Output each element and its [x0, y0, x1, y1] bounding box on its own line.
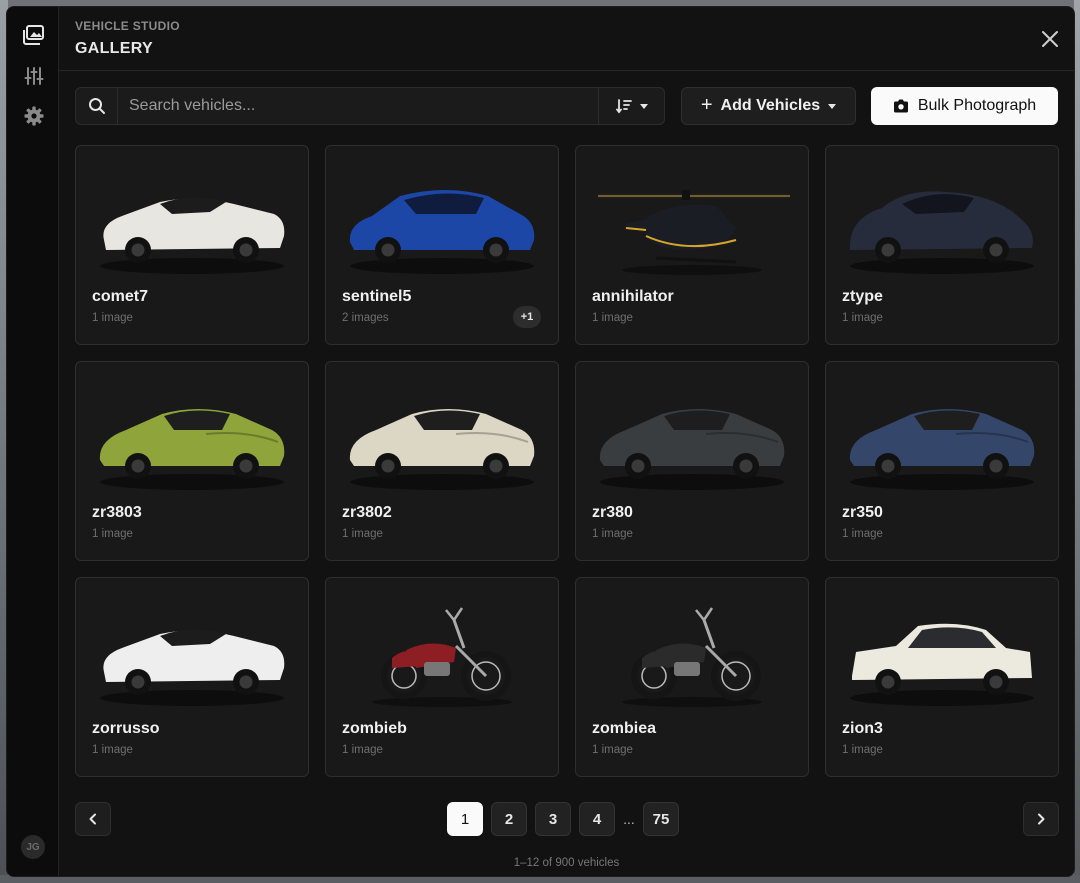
search-icon — [76, 88, 118, 124]
chevron-down-icon — [639, 103, 648, 109]
vehicle-name: zr380 — [592, 504, 633, 521]
vehicle-image-count: 1 image — [592, 744, 633, 756]
vehicle-image-count: 2 images — [342, 312, 389, 324]
extra-images-badge: +1 — [513, 306, 541, 328]
results-summary: 1–12 of 900 vehicles — [513, 857, 620, 869]
bulk-photograph-button[interactable]: Bulk Photograph — [871, 87, 1058, 125]
avatar[interactable]: JG — [21, 835, 45, 859]
vehicle-card[interactable]: zion3 1 image — [825, 577, 1059, 777]
vehicle-name: comet7 — [92, 288, 149, 305]
vehicle-thumbnail — [586, 374, 798, 494]
vehicle-name: sentinel5 — [342, 288, 412, 305]
toolbar: + Add Vehicles Bulk Photograph — [75, 87, 1058, 125]
close-icon[interactable] — [1038, 27, 1062, 51]
vehicle-card[interactable]: zorrusso 1 image — [75, 577, 309, 777]
vehicle-card[interactable]: zombieb 1 image — [325, 577, 559, 777]
vehicle-name: zombieb — [342, 720, 407, 737]
page-list: 1 2 3 4... 75 — [447, 802, 679, 836]
vehicle-name: annihilator — [592, 288, 674, 305]
vehicle-image-count: 1 image — [842, 528, 883, 540]
add-vehicles-label: Add Vehicles — [720, 97, 821, 114]
side-rail: JG — [7, 7, 59, 876]
vehicle-name: zr3802 — [342, 504, 392, 521]
camera-icon — [893, 99, 908, 113]
vehicle-card[interactable]: zr3803 1 image — [75, 361, 309, 561]
plus-icon: + — [700, 93, 713, 116]
chevron-right-icon — [1038, 813, 1045, 825]
sort-button[interactable] — [598, 88, 664, 124]
header: VEHICLE STUDIO GALLERY — [59, 7, 1074, 71]
main-panel: VEHICLE STUDIO GALLERY Search vehicles..… — [59, 7, 1074, 876]
chevron-left-icon — [89, 813, 96, 825]
vehicle-thumbnail — [586, 158, 798, 278]
search-input[interactable] — [119, 88, 599, 124]
vehicle-card[interactable]: zr380 1 image — [575, 361, 809, 561]
page-button-last[interactable]: 75 — [643, 802, 679, 836]
vehicle-card[interactable]: ztype 1 image — [825, 145, 1059, 345]
vehicle-thumbnail — [86, 374, 298, 494]
vehicle-thumbnail — [836, 158, 1048, 278]
page-button[interactable]: 3 — [535, 802, 571, 836]
gear-icon[interactable] — [21, 103, 47, 129]
pagination: 1 2 3 4... 75 — [75, 802, 1059, 838]
vehicle-card[interactable]: comet7 1 image — [75, 145, 309, 345]
vehicle-thumbnail — [86, 590, 298, 710]
page-ellipsis: ... — [623, 811, 635, 827]
gallery-window: JG VEHICLE STUDIO GALLERY Search vehicle… — [6, 6, 1075, 877]
vehicle-image-count: 1 image — [92, 744, 133, 756]
vehicle-image-count: 1 image — [342, 744, 383, 756]
sliders-icon[interactable] — [21, 63, 47, 89]
vehicle-image-count: 1 image — [592, 528, 633, 540]
page-button[interactable]: 4 — [579, 802, 615, 836]
app-eyebrow: VEHICLE STUDIO — [75, 19, 180, 33]
vehicle-card[interactable]: annihilator 1 image — [575, 145, 809, 345]
vehicle-image-count: 1 image — [842, 744, 883, 756]
vehicle-thumbnail — [336, 590, 548, 710]
vehicle-image-count: 1 image — [592, 312, 633, 324]
vehicle-thumbnail — [336, 158, 548, 278]
vehicle-image-count: 1 image — [92, 312, 133, 324]
page-button[interactable]: 1 — [447, 802, 483, 836]
vehicle-name: zr350 — [842, 504, 883, 521]
gallery-icon[interactable] — [21, 22, 47, 48]
vehicle-name: ztype — [842, 288, 883, 305]
vehicle-card[interactable]: sentinel5 2 images +1 — [325, 145, 559, 345]
vehicle-name: zorrusso — [92, 720, 160, 737]
vehicle-thumbnail — [586, 590, 798, 710]
page-button[interactable]: 2 — [491, 802, 527, 836]
page-title: GALLERY — [75, 40, 153, 57]
vehicle-image-count: 1 image — [842, 312, 883, 324]
vehicle-image-count: 1 image — [92, 528, 133, 540]
bulk-photograph-label: Bulk Photograph — [917, 97, 1037, 114]
vehicle-name: zombiea — [592, 720, 657, 737]
vehicle-image-count: 1 image — [342, 528, 383, 540]
search-bar — [75, 87, 665, 125]
vehicle-card[interactable]: zr3802 1 image — [325, 361, 559, 561]
vehicle-card[interactable]: zr350 1 image — [825, 361, 1059, 561]
sort-icon — [615, 99, 632, 114]
vehicle-thumbnail — [336, 374, 548, 494]
vehicle-thumbnail — [836, 374, 1048, 494]
chevron-down-icon — [828, 103, 837, 109]
vehicle-name: zion3 — [842, 720, 883, 737]
add-vehicles-button[interactable]: + Add Vehicles — [681, 87, 856, 125]
vehicle-name: zr3803 — [92, 504, 142, 521]
next-page-button[interactable] — [1023, 802, 1059, 836]
vehicle-thumbnail — [836, 590, 1048, 710]
vehicle-thumbnail — [86, 158, 298, 278]
vehicle-card[interactable]: zombiea 1 image — [575, 577, 809, 777]
prev-page-button[interactable] — [75, 802, 111, 836]
